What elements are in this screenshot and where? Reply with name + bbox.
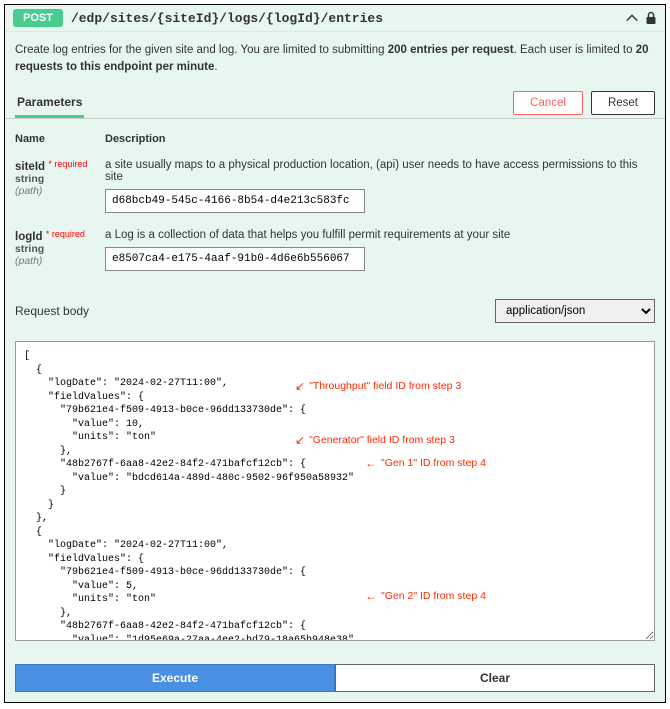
param-description: a Log is a collection of data that helps… <box>105 229 655 241</box>
execute-button[interactable]: Execute <box>15 664 335 692</box>
desc-text-pre: Create log entries for the given site an… <box>15 44 388 56</box>
param-type: string <box>15 243 105 255</box>
request-body-label: Request body <box>15 304 89 318</box>
param-location: (path) <box>15 255 105 267</box>
col-header-name: Name <box>15 133 105 145</box>
desc-bold-1: 200 entries per request <box>388 44 514 56</box>
param-row-siteid: siteId * required string (path) a site u… <box>15 153 655 223</box>
cancel-button[interactable]: Cancel <box>513 91 583 115</box>
endpoint-description: Create log entries for the given site an… <box>5 31 665 87</box>
required-indicator: * required <box>48 159 87 169</box>
logid-input[interactable] <box>105 247 365 271</box>
endpoint-block: POST /edp/sites/{siteId}/logs/{logId}/en… <box>4 4 666 703</box>
param-name: siteId <box>15 161 45 173</box>
request-body-area: ↙ "Throughput" field ID from step 3 ↙ "G… <box>5 331 665 654</box>
required-indicator: * required <box>46 229 85 239</box>
reset-button[interactable]: Reset <box>591 91 655 115</box>
endpoint-header[interactable]: POST /edp/sites/{siteId}/logs/{logId}/en… <box>5 5 665 31</box>
parameters-tab: Parameters <box>15 87 84 118</box>
param-location: (path) <box>15 185 105 197</box>
lock-icon[interactable] <box>645 11 657 25</box>
endpoint-path: /edp/sites/{siteId}/logs/{logId}/entries <box>71 11 617 26</box>
param-type: string <box>15 173 105 185</box>
col-header-description: Description <box>105 133 655 145</box>
chevron-up-icon[interactable] <box>625 11 639 25</box>
parameters-table: Name Description siteId * required strin… <box>5 119 665 291</box>
request-body-bar: Request body application/json <box>5 291 665 331</box>
siteid-input[interactable] <box>105 189 365 213</box>
action-buttons: Execute Clear <box>5 654 665 702</box>
param-description: a site usually maps to a physical produc… <box>105 159 655 183</box>
param-name: logId <box>15 231 42 243</box>
clear-button[interactable]: Clear <box>335 664 655 692</box>
param-row-logid: logId * required string (path) a Log is … <box>15 223 655 281</box>
desc-text-mid: . Each user is limited to <box>514 44 636 56</box>
parameters-bar: Parameters Cancel Reset <box>5 87 665 119</box>
request-body-textarea[interactable] <box>15 341 655 641</box>
desc-text-post: . <box>214 61 217 73</box>
content-type-select[interactable]: application/json <box>495 299 655 323</box>
http-method-badge: POST <box>13 9 63 27</box>
